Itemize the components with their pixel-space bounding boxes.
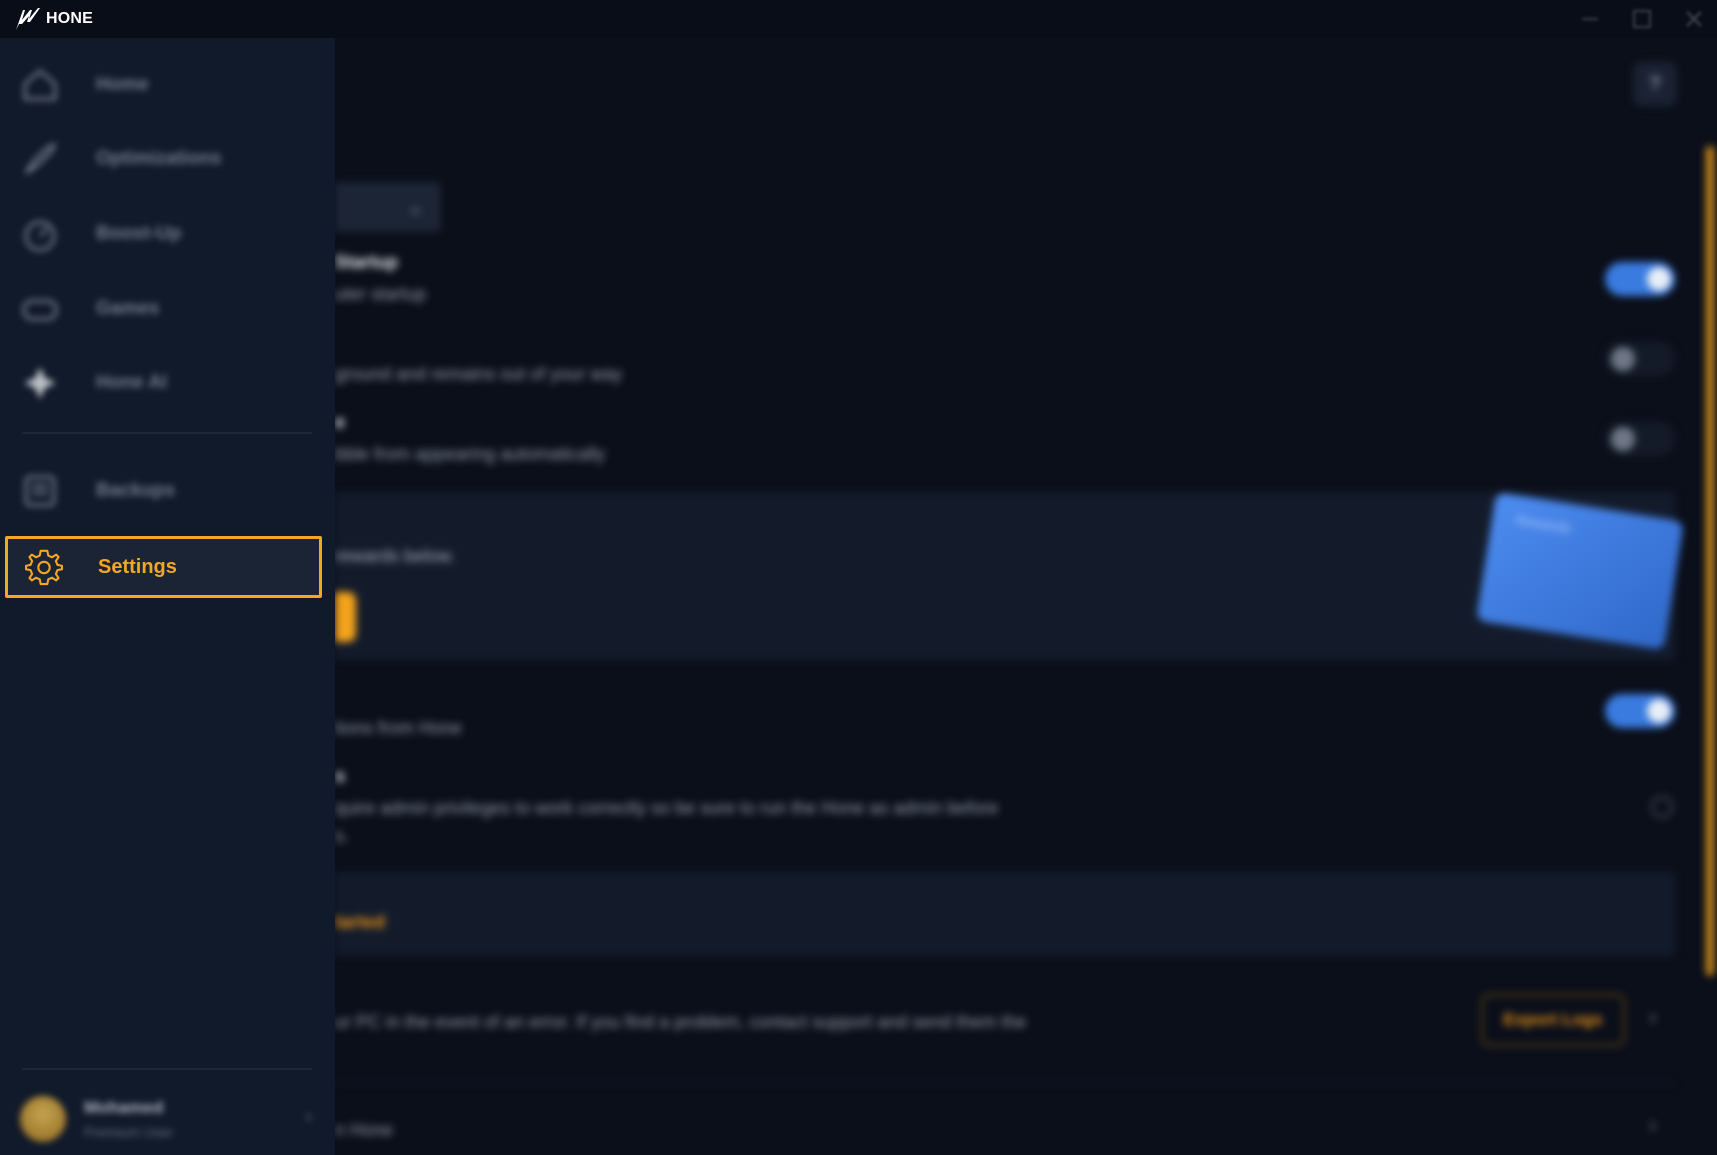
sidebar-item-hone-ai[interactable]: Hone AI xyxy=(20,358,320,408)
minimize-button[interactable] xyxy=(1577,6,1603,32)
window-controls xyxy=(1577,0,1707,38)
chevron-right-icon[interactable]: › xyxy=(1649,1004,1656,1030)
help-button[interactable]: ? xyxy=(1633,62,1677,106)
speedometer-icon xyxy=(20,214,60,254)
sidebar-divider xyxy=(22,1068,312,1070)
app-name: HONE xyxy=(46,10,94,27)
startup-title: Startup xyxy=(335,252,398,272)
sidebar-item-label: Home xyxy=(96,74,149,95)
export-logs-button[interactable]: Export Logs xyxy=(1481,994,1625,1046)
title-bar: HONE xyxy=(0,0,1717,38)
minimize-icon xyxy=(1582,18,1598,20)
gamepad-icon xyxy=(20,289,60,329)
user-name: Mohamed xyxy=(84,1098,164,1117)
scrollbar[interactable] xyxy=(1706,146,1714,976)
close-icon xyxy=(1686,11,1702,27)
question-icon: ? xyxy=(1648,72,1662,95)
last-desc: n Hone xyxy=(335,1120,394,1140)
bubble-toggle[interactable] xyxy=(1605,422,1675,456)
rewards-button[interactable] xyxy=(335,592,356,642)
brand: HONE xyxy=(14,6,93,32)
user-info: Mohamed Premium User xyxy=(84,1098,173,1140)
background-desc: ground and remains out of your way xyxy=(335,364,623,384)
user-role: Premium User xyxy=(84,1124,174,1140)
hone-logo-icon xyxy=(16,8,40,30)
sidebar-item-optimizations[interactable]: Optimizations xyxy=(20,134,320,184)
close-button[interactable] xyxy=(1681,6,1707,32)
chevron-right-icon: › xyxy=(305,1106,312,1128)
admin-desc-2: s. xyxy=(335,826,350,846)
sidebar-item-label: Boost-Up xyxy=(96,223,182,244)
chevron-down-icon: ⌄ xyxy=(407,196,423,217)
logs-desc: ur PC in the event of an error. If you f… xyxy=(335,1012,1027,1032)
startup-toggle[interactable] xyxy=(1605,262,1675,296)
bubble-desc: bble from appearing automatically xyxy=(335,444,606,464)
notify-desc: tions from Hone xyxy=(335,718,463,738)
backups-icon xyxy=(20,471,60,511)
rewards-desc: rewards below. xyxy=(335,546,456,566)
rocket-icon xyxy=(20,139,60,179)
admin-title: s xyxy=(335,766,346,786)
home-icon xyxy=(20,65,60,105)
startup-desc: uter startup xyxy=(335,284,427,304)
user-profile[interactable]: Mohamed Premium User › xyxy=(20,1092,320,1146)
getting-started-link[interactable]: tarted xyxy=(335,912,385,933)
sidebar-item-games[interactable]: Games xyxy=(20,284,320,334)
rewards-section xyxy=(335,492,1675,660)
settings-content-blurred: ? ⌄ Startup uter startup ground and rema… xyxy=(335,38,1717,1155)
sidebar: Home Optimizations Boost-Up Games Hone A… xyxy=(0,38,335,1155)
sidebar-item-label: Games xyxy=(96,298,160,319)
sidebar-item-label: Optimizations xyxy=(96,148,222,169)
rewards-card-label: Rewards xyxy=(1515,511,1573,536)
divider xyxy=(335,1082,1675,1083)
notify-toggle[interactable] xyxy=(1605,694,1675,728)
sidebar-item-label: Hone AI xyxy=(96,372,168,393)
settings-content: ? ⌄ Startup uter startup ground and rema… xyxy=(335,38,1717,1155)
sidebar-item-backups[interactable]: Backups xyxy=(20,466,320,516)
getting-started-section xyxy=(335,872,1675,956)
avatar xyxy=(20,1096,66,1142)
bubble-title: e xyxy=(335,412,346,432)
language-dropdown[interactable]: ⌄ xyxy=(335,182,441,232)
sidebar-item-boost-up[interactable]: Boost-Up xyxy=(20,209,320,259)
admin-desc: quire admin privileges to work correctly… xyxy=(335,798,999,818)
admin-status-icon xyxy=(1651,796,1673,818)
gear-icon xyxy=(24,547,64,587)
maximize-button[interactable] xyxy=(1629,6,1655,32)
sidebar-divider xyxy=(22,432,312,434)
sparkle-icon xyxy=(20,363,60,403)
sidebar-item-settings[interactable]: Settings xyxy=(5,536,322,598)
chevron-right-icon[interactable]: › xyxy=(1649,1112,1656,1138)
sidebar-item-label: Settings xyxy=(98,555,177,578)
maximize-icon xyxy=(1633,10,1651,28)
sidebar-item-label: Backups xyxy=(96,480,176,501)
sidebar-item-home[interactable]: Home xyxy=(20,60,320,110)
background-toggle[interactable] xyxy=(1605,342,1675,376)
